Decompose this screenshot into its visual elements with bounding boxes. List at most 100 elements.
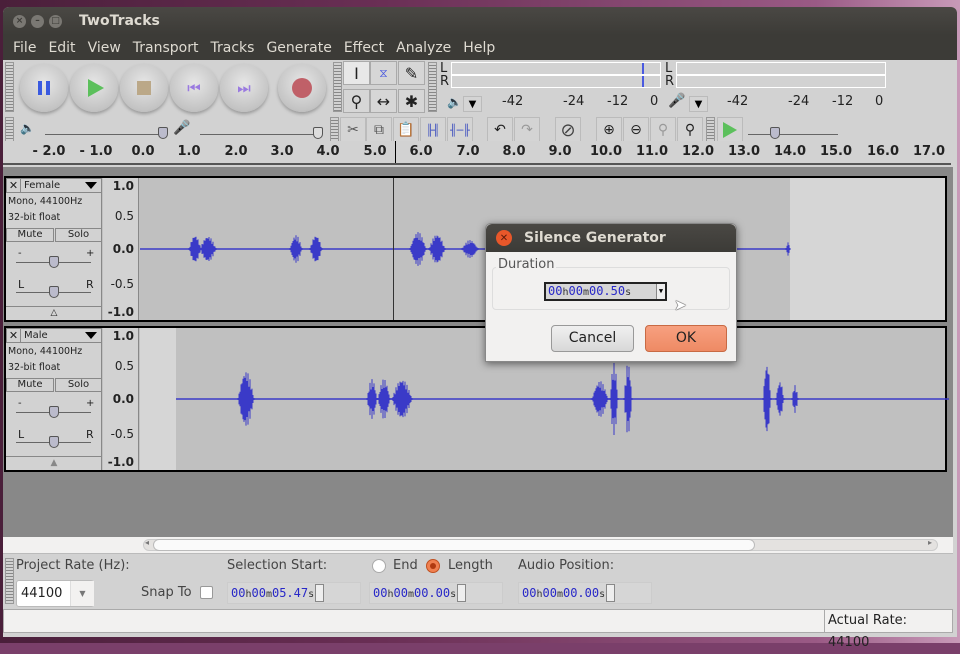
slider-thumb[interactable] — [158, 127, 168, 139]
stop-button[interactable] — [120, 64, 168, 112]
selection-grip[interactable] — [5, 558, 14, 604]
gain-slider[interactable] — [16, 256, 91, 268]
horizontal-scrollbar[interactable]: ◂ ▸ — [3, 537, 953, 553]
slider-thumb[interactable] — [48, 436, 59, 448]
mute-button[interactable]: Mute — [6, 378, 54, 392]
tools-grip[interactable] — [333, 62, 342, 112]
close-track-button[interactable]: ✕ — [7, 179, 21, 192]
solo-button[interactable]: Solo — [55, 378, 102, 392]
seconds[interactable]: 00.50 — [589, 284, 625, 298]
playback-meter-menu[interactable]: ▼ — [463, 96, 482, 112]
toolbar-grip[interactable] — [5, 62, 14, 112]
close-track-button[interactable]: ✕ — [7, 329, 21, 342]
menu-transport[interactable]: Transport — [127, 40, 205, 56]
format-dropdown-icon[interactable] — [457, 583, 467, 602]
duration-time-input[interactable]: 00h00m00.50s ▼ — [544, 282, 667, 301]
draw-tool[interactable]: ✎ — [398, 61, 425, 85]
mixer-grip[interactable] — [5, 117, 14, 143]
length-radio[interactable] — [426, 559, 440, 573]
track-name-menu[interactable]: Male — [21, 330, 85, 341]
hours[interactable]: 00 — [373, 586, 387, 600]
cut-button[interactable]: ✂ — [340, 117, 366, 143]
redo-button[interactable]: ↷ — [514, 117, 540, 143]
seconds[interactable]: 00.00 — [414, 586, 450, 600]
record-button[interactable] — [278, 64, 326, 112]
slider-thumb[interactable] — [313, 127, 323, 139]
end-radio[interactable] — [372, 559, 386, 573]
zoom-in-button[interactable]: ⊕ — [596, 117, 622, 143]
playback-volume-slider[interactable] — [45, 127, 168, 139]
minutes[interactable]: 00 — [251, 586, 265, 600]
minutes[interactable]: 00 — [542, 586, 556, 600]
record-meter-menu[interactable]: ▼ — [689, 96, 708, 112]
envelope-tool[interactable]: ⧖ — [370, 61, 397, 85]
vertical-ruler[interactable]: 1.0 0.5 0.0 -0.5 -1.0 — [103, 178, 139, 320]
skip-to-start-button[interactable]: ⏮ — [170, 64, 218, 112]
track-name-menu[interactable]: Female — [21, 180, 85, 191]
track-dropdown-icon[interactable] — [85, 332, 97, 339]
format-dropdown-icon[interactable] — [606, 583, 616, 602]
hours[interactable]: 00 — [548, 284, 562, 298]
sync-lock-button[interactable]: ⊘ — [555, 117, 581, 143]
pan-slider[interactable] — [16, 286, 91, 298]
maximize-window-button[interactable]: □ — [49, 14, 62, 28]
timeline-ruler[interactable]: - 2.0 - 1.0 0.0 1.0 2.0 3.0 4.0 5.0 6.0 … — [3, 141, 951, 165]
menu-file[interactable]: File — [7, 40, 42, 56]
hours[interactable]: 00 — [522, 586, 536, 600]
play-at-speed-button[interactable] — [717, 117, 743, 143]
record-meter-left[interactable] — [676, 62, 886, 75]
paste-button[interactable]: 📋 — [393, 117, 419, 143]
pause-button[interactable] — [20, 64, 68, 112]
menu-edit[interactable]: Edit — [42, 40, 81, 56]
copy-button[interactable]: ⧉ — [366, 117, 392, 143]
audio-position-time[interactable]: 00h00m00.00s — [518, 582, 652, 604]
menu-tracks[interactable]: Tracks — [205, 40, 261, 56]
selection-start-time[interactable]: 00h00m05.47s — [227, 582, 361, 604]
silence-button[interactable]: ╢─╟ — [447, 117, 473, 143]
time-shift-tool[interactable]: ↔ — [370, 89, 397, 113]
seconds[interactable]: 00.00 — [563, 586, 599, 600]
play-at-speed-grip[interactable] — [706, 117, 715, 143]
selection-length-time[interactable]: 00h00m00.00s — [369, 582, 503, 604]
solo-button[interactable]: Solo — [55, 228, 102, 242]
minutes[interactable]: 00 — [568, 284, 582, 298]
meter-grip[interactable] — [428, 62, 437, 112]
track-dropdown-icon[interactable] — [85, 182, 97, 189]
zoom-tool[interactable]: ⚲ — [343, 89, 370, 113]
edit-grip[interactable] — [330, 117, 339, 143]
format-dropdown-icon[interactable]: ▼ — [656, 284, 665, 299]
slider-thumb[interactable] — [770, 127, 780, 139]
project-rate-combo[interactable]: 44100 ▼ — [16, 580, 94, 607]
mute-button[interactable]: Mute — [6, 228, 54, 242]
collapse-track-button[interactable]: ▲ — [6, 456, 102, 470]
slider-thumb[interactable] — [48, 406, 59, 418]
record-volume-slider[interactable] — [200, 127, 323, 139]
menu-effect[interactable]: Effect — [338, 40, 390, 56]
trim-button[interactable]: ╟╢ — [420, 117, 446, 143]
fit-project-button[interactable]: ⚲ — [677, 117, 703, 143]
ok-button[interactable]: OK — [645, 325, 727, 352]
scroll-thumb[interactable] — [153, 539, 755, 551]
gain-slider[interactable] — [16, 406, 91, 418]
playback-meter-right[interactable] — [451, 75, 661, 88]
menu-generate[interactable]: Generate — [260, 40, 337, 56]
multi-tool[interactable]: ✱ — [398, 89, 425, 113]
audio-track-male[interactable]: ✕ Male Mono, 44100Hz 32-bit float Mute S… — [4, 326, 949, 472]
play-button[interactable] — [70, 64, 118, 112]
snap-to-checkbox[interactable] — [200, 586, 213, 599]
undo-button[interactable]: ↶ — [487, 117, 513, 143]
menu-view[interactable]: View — [82, 40, 127, 56]
collapse-track-button[interactable]: △ — [6, 306, 102, 320]
record-meter-right[interactable] — [676, 75, 886, 88]
zoom-out-button[interactable]: ⊖ — [623, 117, 649, 143]
slider-thumb[interactable] — [48, 286, 59, 298]
dialog-close-button[interactable]: ✕ — [496, 230, 512, 246]
minimize-window-button[interactable]: – — [31, 14, 44, 28]
cancel-button[interactable]: Cancel — [551, 325, 634, 352]
vertical-ruler[interactable]: 1.0 0.5 0.0 -0.5 -1.0 — [103, 328, 139, 470]
play-speed-slider[interactable] — [748, 127, 838, 139]
skip-to-end-button[interactable]: ⏭ — [220, 64, 268, 112]
scroll-left-icon[interactable]: ◂ — [145, 538, 149, 547]
minutes[interactable]: 00 — [393, 586, 407, 600]
hours[interactable]: 00 — [231, 586, 245, 600]
